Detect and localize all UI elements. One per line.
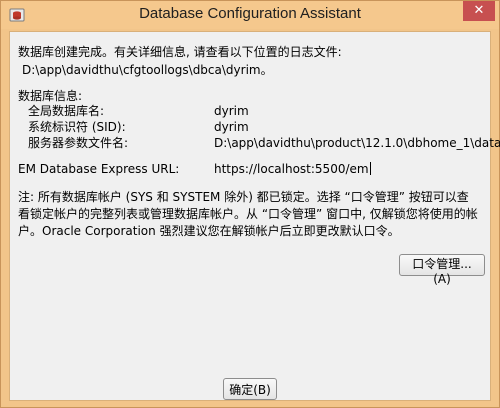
- spfile-value: D:\app\davidthu\product\12.1.0\dbhome_1\…: [214, 136, 500, 150]
- log-path: D:\app\davidthu\cfgtoollogs\dbca\dyrim。: [22, 63, 273, 77]
- dialog-content: 数据库创建完成。有关详细信息, 请查看以下位置的日志文件: D:\app\dav…: [9, 31, 500, 401]
- ok-button[interactable]: 确定(B): [223, 378, 277, 400]
- sid-label: 系统标识符 (SID):: [28, 120, 126, 134]
- text-caret: [369, 162, 371, 175]
- em-url-value: https://localhost:5500/em: [214, 162, 369, 176]
- dialog-window: Database Configuration Assistant ✕ 数据库创建…: [0, 0, 500, 408]
- close-icon: ✕: [473, 3, 485, 18]
- title-bar[interactable]: Database Configuration Assistant ✕: [1, 1, 499, 29]
- spfile-label: 服务器参数文件名:: [28, 136, 129, 150]
- window-title: Database Configuration Assistant: [139, 5, 361, 22]
- db-info-heading: 数据库信息:: [18, 89, 83, 103]
- em-url-field[interactable]: https://localhost:5500/em: [214, 162, 371, 176]
- locked-accounts-note: 注: 所有数据库帐户 (SYS 和 SYSTEM 除外) 都已锁定。选择 “口令…: [18, 190, 478, 238]
- sid-value: dyrim: [214, 120, 249, 134]
- password-management-button[interactable]: 口令管理...(A): [399, 254, 485, 286]
- close-button[interactable]: ✕: [463, 1, 495, 21]
- global-db-name-value: dyrim: [214, 104, 249, 118]
- em-url-label: EM Database Express URL:: [18, 162, 180, 176]
- global-db-name-label: 全局数据库名:: [28, 104, 105, 118]
- completion-message: 数据库创建完成。有关详细信息, 请查看以下位置的日志文件:: [18, 45, 342, 59]
